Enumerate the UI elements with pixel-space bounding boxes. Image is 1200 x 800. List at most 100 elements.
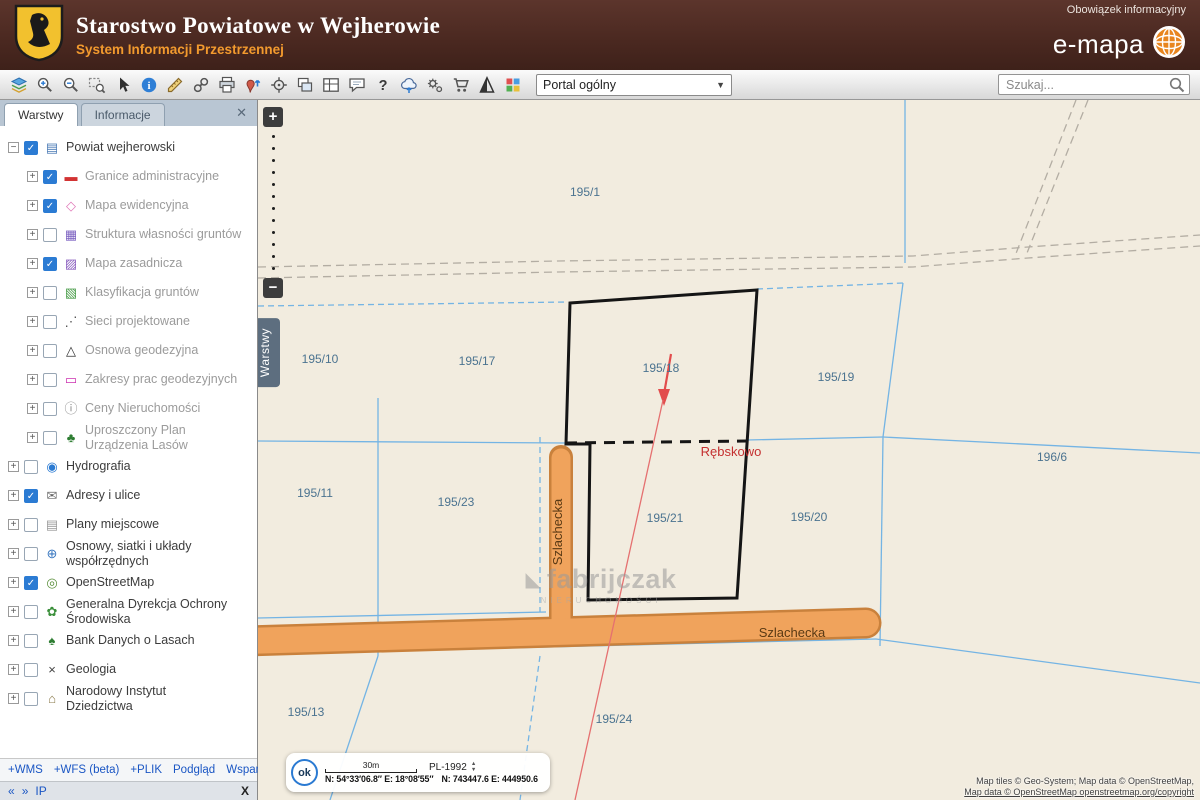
add-marker-button[interactable]: [240, 72, 265, 97]
layer-item[interactable]: +✿Generalna Dyrekcja Ochrony Środowiska: [5, 597, 257, 626]
expand-icon[interactable]: +: [8, 664, 19, 675]
legend-button[interactable]: [500, 72, 525, 97]
wms-link[interactable]: +WMS: [8, 764, 43, 776]
layer-item[interactable]: +♣Uproszczony Plan Urządzenia Lasów: [5, 423, 257, 452]
measure-button[interactable]: [162, 72, 187, 97]
layer-checkbox[interactable]: ✓: [24, 141, 38, 155]
prev-arrow[interactable]: «: [8, 784, 15, 798]
crs-select[interactable]: PL-1992 ▲▼: [429, 761, 476, 773]
layer-checkbox[interactable]: [43, 315, 57, 329]
close-sidebar-button[interactable]: X: [241, 784, 249, 798]
expand-icon[interactable]: +: [8, 490, 19, 501]
ip-link[interactable]: IP: [35, 784, 46, 798]
tab-warstwy[interactable]: Warstwy: [4, 103, 78, 126]
layer-checkbox[interactable]: ✓: [43, 170, 57, 184]
layer-checkbox[interactable]: [24, 634, 38, 648]
zoom-in-button[interactable]: +: [263, 107, 283, 127]
plik-link[interactable]: +PLIK: [130, 764, 162, 776]
search-input[interactable]: [998, 74, 1190, 95]
copy-view-button[interactable]: [292, 72, 317, 97]
link-button[interactable]: [188, 72, 213, 97]
layer-item[interactable]: +▤Plany miejscowe: [5, 510, 257, 539]
zoom-in-button[interactable]: [32, 72, 57, 97]
layer-checkbox[interactable]: [24, 663, 38, 677]
info-obligation-link[interactable]: Obowiązek informacyjny: [1067, 4, 1186, 16]
layer-checkbox[interactable]: ✓: [43, 199, 57, 213]
tab-informacje[interactable]: Informacje: [81, 103, 165, 126]
attribution-line2[interactable]: Map data © OpenStreetMap openstreetmap.o…: [964, 787, 1194, 798]
expand-icon[interactable]: +: [27, 171, 38, 182]
expand-icon[interactable]: +: [27, 374, 38, 385]
layer-item[interactable]: +⌂Narodowy Instytut Dziedzictwa: [5, 684, 257, 713]
expand-icon[interactable]: +: [27, 432, 38, 443]
help-button[interactable]: ?: [370, 72, 395, 97]
search-icon[interactable]: [1168, 76, 1186, 99]
zoom-selection-button[interactable]: [84, 72, 109, 97]
expand-icon[interactable]: +: [8, 519, 19, 530]
collapse-icon[interactable]: −: [8, 142, 19, 153]
expand-icon[interactable]: +: [27, 316, 38, 327]
layer-item[interactable]: +⊕Osnowy, siatki i układy współrzędnych: [5, 539, 257, 568]
layer-checkbox[interactable]: [43, 402, 57, 416]
layer-checkbox[interactable]: [24, 460, 38, 474]
layer-item[interactable]: +×Geologia: [5, 655, 257, 684]
layer-checkbox[interactable]: [43, 431, 57, 445]
comments-button[interactable]: [344, 72, 369, 97]
ok-button[interactable]: ok: [291, 759, 318, 786]
layer-checkbox[interactable]: [43, 286, 57, 300]
layer-item[interactable]: +⋰Sieci projektowane: [5, 307, 257, 336]
layer-item[interactable]: +◉Hydrografia: [5, 452, 257, 481]
expand-icon[interactable]: +: [27, 287, 38, 298]
info-button[interactable]: i: [136, 72, 161, 97]
expand-icon[interactable]: +: [8, 635, 19, 646]
expand-icon[interactable]: +: [8, 461, 19, 472]
layer-item[interactable]: +▧Klasyfikacja gruntów: [5, 278, 257, 307]
expand-icon[interactable]: +: [27, 200, 38, 211]
layer-checkbox[interactable]: [43, 373, 57, 387]
layer-item[interactable]: +✓▬Granice administracyjne: [5, 162, 257, 191]
layer-checkbox[interactable]: [43, 228, 57, 242]
layer-checkbox[interactable]: [24, 692, 38, 706]
layer-checkbox[interactable]: [24, 605, 38, 619]
locate-button[interactable]: [266, 72, 291, 97]
layer-item[interactable]: −✓▤Powiat wejherowski: [5, 133, 257, 162]
cart-button[interactable]: [448, 72, 473, 97]
share-button[interactable]: [396, 72, 421, 97]
pointer-button[interactable]: [110, 72, 135, 97]
expand-icon[interactable]: +: [8, 577, 19, 588]
zoom-out-button[interactable]: [58, 72, 83, 97]
expand-icon[interactable]: +: [8, 606, 19, 617]
expand-icon[interactable]: +: [27, 345, 38, 356]
layer-item[interactable]: +ⓘCeny Nieruchomości: [5, 394, 257, 423]
layout-button[interactable]: [318, 72, 343, 97]
expand-icon[interactable]: +: [27, 258, 38, 269]
print-button[interactable]: [214, 72, 239, 97]
next-arrow[interactable]: »: [22, 784, 29, 798]
portal-select[interactable]: Portal ogólny ▼: [536, 74, 732, 96]
close-panel-icon[interactable]: ✕: [230, 103, 253, 123]
layer-item[interactable]: +✓◇Mapa ewidencyjna: [5, 191, 257, 220]
layer-item[interactable]: +△Osnowa geodezyjna: [5, 336, 257, 365]
layer-item[interactable]: +✓▨Mapa zasadnicza: [5, 249, 257, 278]
layer-checkbox[interactable]: [43, 344, 57, 358]
layers-button[interactable]: [6, 72, 31, 97]
settings-button[interactable]: [422, 72, 447, 97]
layer-item[interactable]: +♠Bank Danych o Lasach: [5, 626, 257, 655]
layer-item[interactable]: +▭Zakresy prac geodezyjnych: [5, 365, 257, 394]
expand-icon[interactable]: +: [27, 403, 38, 414]
map-area[interactable]: 195/1195/10195/17195/18195/19196/6195/11…: [258, 100, 1200, 800]
layer-checkbox[interactable]: ✓: [24, 489, 38, 503]
layer-item[interactable]: +✓◎OpenStreetMap: [5, 568, 257, 597]
layer-checkbox[interactable]: ✓: [43, 257, 57, 271]
expand-icon[interactable]: +: [8, 548, 19, 559]
podglad-link[interactable]: Podgląd: [173, 764, 215, 776]
layer-item[interactable]: +✓✉Adresy i ulice: [5, 481, 257, 510]
vertical-tab-warstwy[interactable]: Warstwy: [258, 318, 280, 387]
layer-checkbox[interactable]: [24, 518, 38, 532]
layer-item[interactable]: +▦Struktura własności gruntów: [5, 220, 257, 249]
layer-checkbox[interactable]: [24, 547, 38, 561]
expand-icon[interactable]: +: [8, 693, 19, 704]
zoom-slider[interactable]: [272, 135, 275, 270]
layer-checkbox[interactable]: ✓: [24, 576, 38, 590]
expand-icon[interactable]: +: [27, 229, 38, 240]
